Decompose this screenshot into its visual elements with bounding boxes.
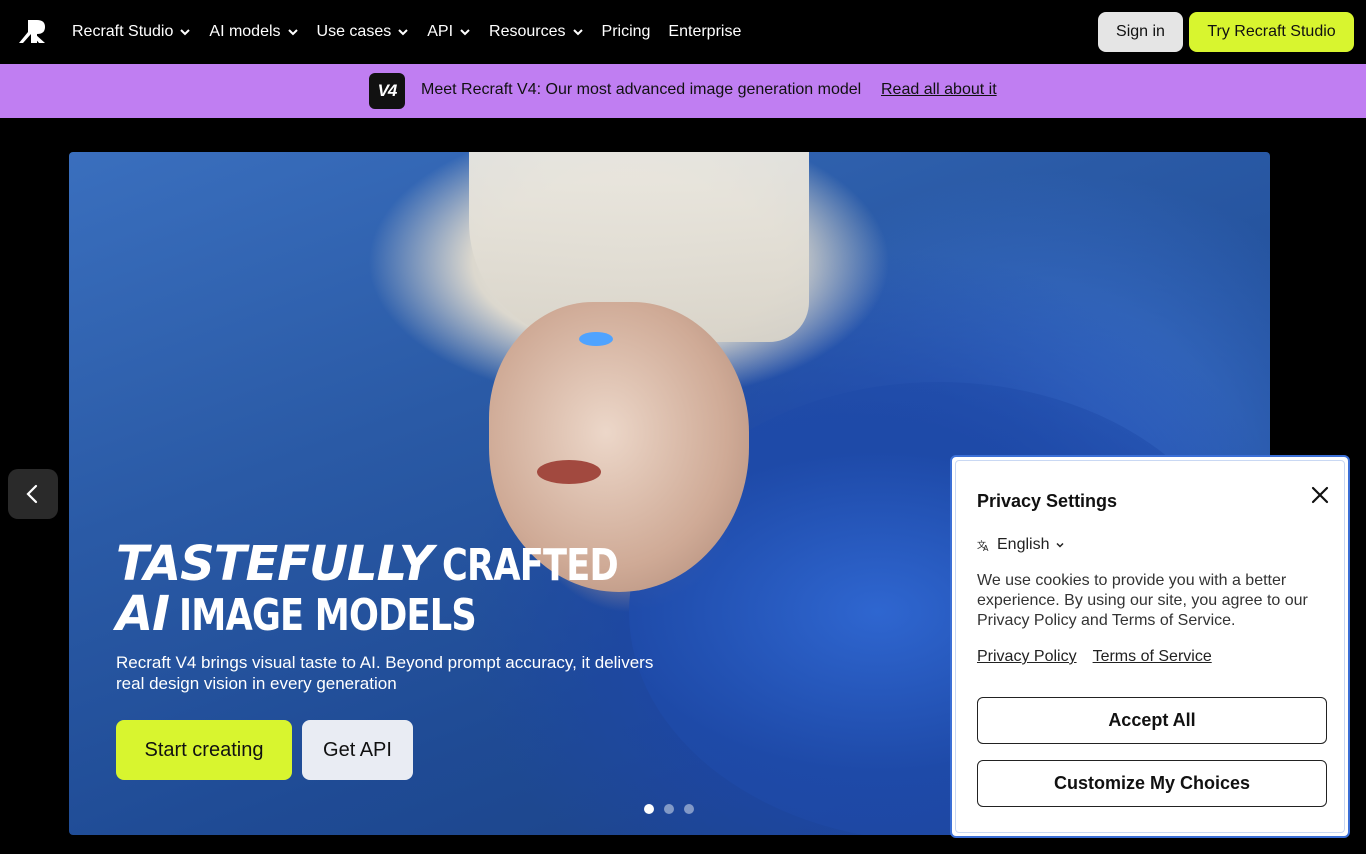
language-selector[interactable]: 文 A English bbox=[977, 536, 1065, 554]
carousel-dot-3[interactable] bbox=[684, 804, 694, 814]
nav-item-ai-models[interactable]: AI models bbox=[209, 23, 298, 41]
chevron-down-icon bbox=[180, 29, 191, 36]
privacy-settings-dialog: Privacy Settings 文 A English We use cook… bbox=[950, 455, 1350, 838]
carousel-prev-button[interactable] bbox=[8, 469, 58, 519]
nav-label: Pricing bbox=[601, 23, 651, 40]
svg-text:A: A bbox=[983, 544, 989, 552]
chevron-down-icon bbox=[1056, 542, 1065, 548]
dialog-title: Privacy Settings bbox=[977, 491, 1118, 511]
headline-word-tastefully: TASTEFULLY bbox=[116, 536, 433, 592]
terms-of-service-link[interactable]: Terms of Service bbox=[1093, 648, 1212, 666]
privacy-policy-link[interactable]: Privacy Policy bbox=[977, 648, 1077, 666]
translate-icon: 文 A bbox=[977, 539, 989, 552]
dialog-body-text: We use cookies to provide you with a bet… bbox=[977, 572, 1308, 629]
chevron-down-icon bbox=[572, 29, 583, 36]
nav-item-use-cases[interactable]: Use cases bbox=[317, 23, 410, 41]
nav-item-pricing[interactable]: Pricing bbox=[602, 23, 651, 41]
nav-label: Recraft Studio bbox=[72, 23, 174, 40]
chevron-down-icon bbox=[287, 29, 298, 36]
nav-label: Enterprise bbox=[668, 23, 742, 40]
hero-headline: TASTEFULLY CRAFTED AI IMAGE MODELS bbox=[116, 540, 676, 640]
try-recraft-studio-button[interactable]: Try Recraft Studio bbox=[1189, 12, 1354, 52]
start-creating-button[interactable]: Start creating bbox=[116, 720, 292, 780]
nav-item-resources[interactable]: Resources bbox=[489, 23, 583, 41]
carousel-dots bbox=[644, 804, 694, 814]
policy-links: Privacy Policy Terms of Service bbox=[977, 648, 1212, 666]
nav-label: Use cases bbox=[316, 23, 392, 40]
language-label: English bbox=[997, 536, 1050, 553]
v4-badge: V4 bbox=[369, 73, 405, 109]
announcement-bar: V4 Meet Recraft V4: Our most advanced im… bbox=[0, 64, 1366, 118]
accept-all-button[interactable]: Accept All bbox=[977, 697, 1327, 744]
chevron-down-icon bbox=[398, 29, 408, 36]
headline-word-ai: AI bbox=[116, 586, 170, 642]
customize-choices-button[interactable]: Customize My Choices bbox=[977, 760, 1327, 807]
nav-label: AI models bbox=[209, 23, 281, 40]
recraft-logo-icon[interactable] bbox=[19, 18, 46, 45]
chevron-left-icon bbox=[26, 484, 38, 504]
read-more-link[interactable]: Read all about it bbox=[881, 81, 997, 99]
nav-item-enterprise[interactable]: Enterprise bbox=[668, 23, 741, 41]
chevron-down-icon bbox=[460, 29, 470, 36]
carousel-dot-1[interactable] bbox=[644, 804, 654, 814]
close-icon[interactable] bbox=[1310, 485, 1330, 505]
nav-item-api[interactable]: API bbox=[427, 23, 471, 41]
nav-item-recraft-studio[interactable]: Recraft Studio bbox=[72, 23, 191, 41]
hero-image-eye bbox=[579, 332, 613, 346]
carousel-dot-2[interactable] bbox=[664, 804, 674, 814]
main-nav: Recraft Studio AI models Use cases API R… bbox=[72, 0, 741, 64]
nav-label: API bbox=[427, 23, 454, 40]
get-api-button[interactable]: Get API bbox=[302, 720, 413, 780]
headline-word-image-models: IMAGE MODELS bbox=[179, 590, 477, 641]
top-navbar: Recraft Studio AI models Use cases API R… bbox=[0, 0, 1366, 64]
announcement-text: Meet Recraft V4: Our most advanced image… bbox=[421, 81, 862, 98]
headline-word-crafted: CRAFTED bbox=[442, 540, 619, 591]
nav-label: Resources bbox=[489, 23, 566, 40]
hero-image-lips bbox=[537, 460, 601, 484]
hero-subtitle: Recraft V4 brings visual taste to AI. Be… bbox=[116, 653, 654, 693]
sign-in-button[interactable]: Sign in bbox=[1098, 12, 1183, 52]
